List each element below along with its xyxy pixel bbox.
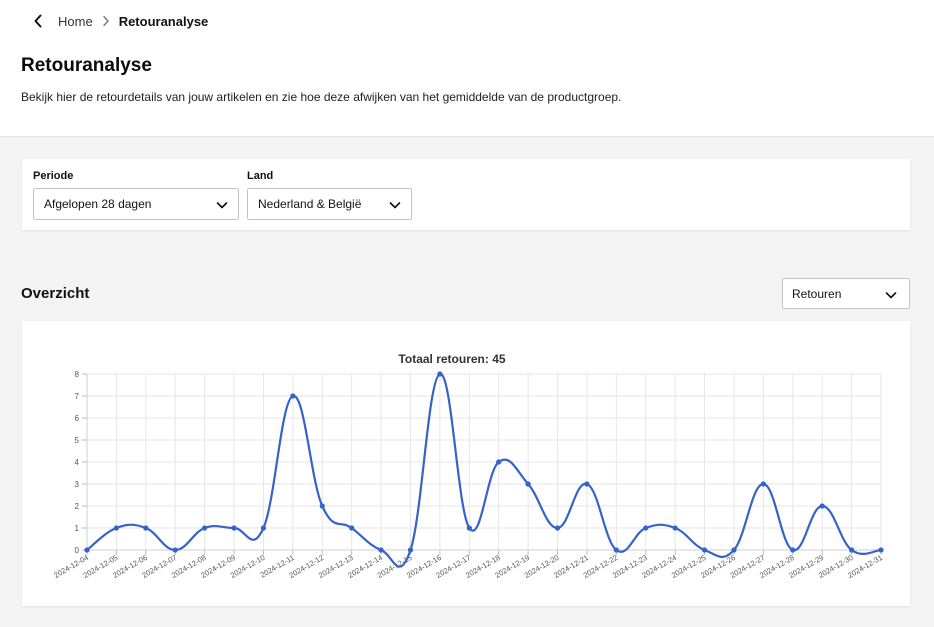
returns-line-chart: Totaal retouren: 45 0123456782024-12-042… [52,352,884,580]
data-point[interactable] [113,525,120,531]
data-point[interactable] [260,525,267,531]
data-point[interactable] [290,393,296,399]
metric-select[interactable]: Retouren [782,278,910,309]
y-tick-label: 6 [75,414,80,423]
series-line-retouren [86,372,882,568]
data-point[interactable] [84,547,90,553]
period-select-value: Afgelopen 28 dagen [44,197,152,211]
data-point[interactable] [525,481,531,487]
data-point[interactable] [349,525,355,531]
data-point[interactable] [231,525,237,531]
data-point[interactable] [407,547,414,553]
breadcrumb-separator-icon [97,15,115,27]
page-header: Home Retouranalyse Retouranalyse Bekijk … [0,0,934,137]
filter-card: Periode Afgelopen 28 dagen Land Nederlan… [22,159,910,230]
y-tick-label: 4 [75,458,80,467]
data-point[interactable] [466,525,472,531]
y-tick-label: 8 [75,370,80,379]
data-point[interactable] [496,459,502,465]
data-point[interactable] [584,481,590,487]
y-tick-label: 5 [75,436,80,445]
y-tick-label: 0 [75,546,80,555]
data-point[interactable] [437,371,443,377]
page-description: Bekijk hier de retourdetails van jouw ar… [21,90,622,104]
page-title: Retouranalyse [21,55,152,76]
country-select[interactable]: Nederland & België [247,188,412,220]
chevron-down-icon [216,202,228,209]
data-point[interactable] [819,503,825,509]
data-point[interactable] [760,481,766,487]
data-point[interactable] [143,525,149,531]
period-select[interactable]: Afgelopen 28 dagen [33,188,239,220]
chevron-down-icon [885,292,897,299]
metric-select-value: Retouren [792,286,842,301]
overview-title: Overzicht [21,285,90,302]
data-point[interactable] [848,547,855,553]
breadcrumb-home-link[interactable]: Home [58,14,93,29]
period-label: Periode [33,170,74,182]
data-point[interactable] [319,503,325,509]
breadcrumb: Home Retouranalyse [30,12,208,30]
breadcrumb-current: Retouranalyse [118,13,209,29]
data-point[interactable] [378,547,384,553]
country-label: Land [247,170,274,182]
chart-card: Totaal retouren: 45 0 1 2 3 4 5 6 7 8 2024-12-04 2… [22,321,910,606]
y-tick-label: 2 [75,502,80,511]
back-chevron-icon[interactable] [30,12,46,30]
data-point[interactable] [790,547,796,553]
data-point[interactable] [202,525,208,531]
data-point[interactable] [701,547,708,553]
data-point[interactable] [731,547,737,553]
data-point[interactable] [613,547,619,553]
data-point[interactable] [554,525,561,531]
y-tick-label: 1 [75,524,80,533]
y-tick-label: 7 [75,392,80,401]
data-point[interactable] [878,547,884,553]
data-point[interactable] [643,525,649,531]
chevron-down-icon [389,202,401,209]
data-point[interactable] [672,525,678,531]
y-tick-label: 3 [75,480,80,489]
chart-title: Totaal retouren: 45 [398,352,505,366]
country-select-value: Nederland & België [258,197,362,211]
data-point[interactable] [172,547,178,553]
